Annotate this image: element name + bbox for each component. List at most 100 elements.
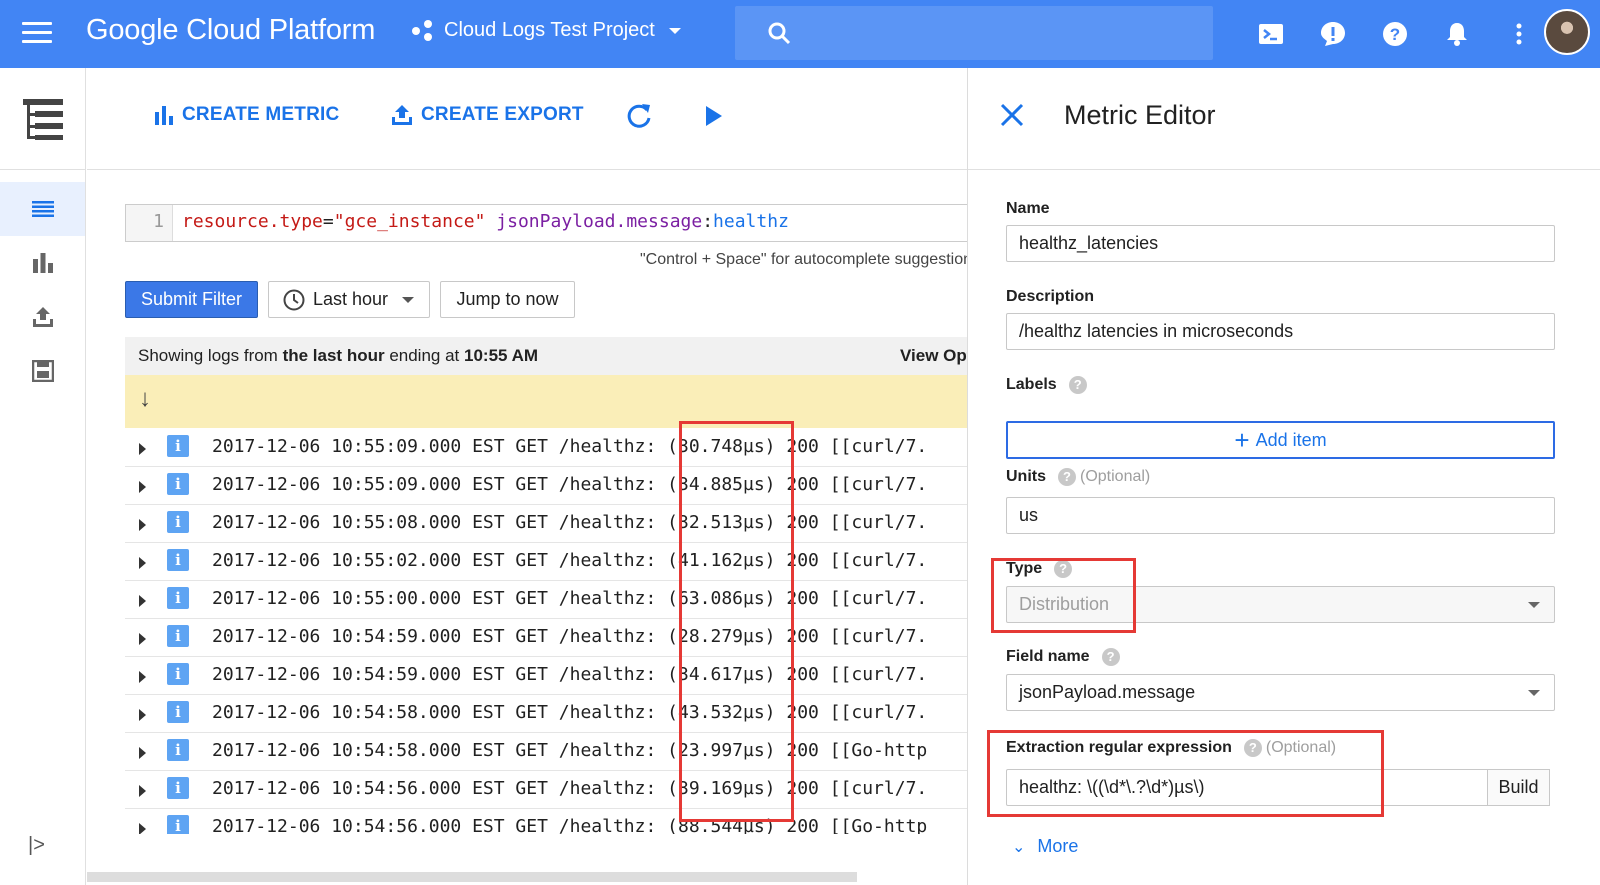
logging-product-icon[interactable]: [0, 68, 85, 170]
info-severity-icon: i: [167, 739, 189, 761]
log-row[interactable]: i 2017-12-06 10:55:09.000 EST GET /health…: [125, 467, 967, 505]
plus-icon: +: [1234, 425, 1250, 455]
brand-title[interactable]: Google Cloud Platform: [86, 14, 375, 47]
search-bar[interactable]: [735, 6, 1213, 60]
load-newer-banner[interactable]: ↓: [125, 375, 967, 428]
expand-arrow-icon[interactable]: [139, 633, 146, 645]
svg-text:?: ?: [1390, 25, 1400, 44]
log-row[interactable]: i 2017-12-06 10:54:56.000 EST GET /health…: [125, 771, 967, 809]
log-row[interactable]: i 2017-12-06 10:54:58.000 EST GET /health…: [125, 733, 967, 771]
chevron-down-icon: [668, 27, 681, 34]
add-item-button[interactable]: + Add item: [1006, 421, 1555, 459]
status-end-time: 10:55 AM: [464, 346, 539, 365]
submit-filter-button[interactable]: Submit Filter: [125, 281, 258, 318]
help-icon[interactable]: ?: [1101, 648, 1120, 666]
expand-arrow-icon[interactable]: [139, 671, 146, 683]
left-nav: |>: [0, 68, 86, 885]
refresh-button[interactable]: [625, 102, 661, 130]
log-text: 2017-12-06 10:55:09.000 EST GET /healthz…: [212, 436, 928, 457]
filter-operator-has: :: [702, 211, 714, 232]
upload-icon: [392, 105, 412, 125]
description-input[interactable]: /healthz latencies in microseconds: [1006, 313, 1555, 350]
log-text: 2017-12-06 10:54:56.000 EST GET /healthz…: [212, 816, 928, 834]
feedback-icon[interactable]: [1302, 16, 1364, 52]
start-streaming-button[interactable]: [704, 104, 732, 128]
build-button[interactable]: Build: [1487, 769, 1550, 806]
create-metric-button[interactable]: CREATE METRIC: [154, 104, 339, 126]
field-name-select[interactable]: jsonPayload.message: [1006, 674, 1555, 711]
expand-arrow-icon[interactable]: [139, 595, 146, 607]
help-icon[interactable]: ?: [1068, 376, 1087, 394]
type-select: Distribution: [1006, 586, 1555, 623]
project-selector[interactable]: Cloud Logs Test Project: [412, 19, 681, 42]
nav-exports[interactable]: [0, 290, 85, 344]
status-prefix: Showing logs from: [138, 346, 283, 365]
top-app-bar: Google Cloud Platform Cloud Logs Test Pr…: [0, 0, 1600, 68]
more-vert-icon[interactable]: [1488, 16, 1550, 52]
play-icon: [706, 106, 722, 126]
log-row[interactable]: i 2017-12-06 10:54:58.000 EST GET /health…: [125, 695, 967, 733]
log-row[interactable]: i 2017-12-06 10:54:59.000 EST GET /health…: [125, 657, 967, 695]
expand-arrow-icon[interactable]: [139, 481, 146, 493]
log-row[interactable]: i 2017-12-06 10:55:09.000 EST GET /health…: [125, 429, 967, 467]
logs-toolbar: CREATE METRIC CREATE EXPORT: [87, 68, 967, 170]
log-row[interactable]: i 2017-12-06 10:54:59.000 EST GET /health…: [125, 619, 967, 657]
main-menu-icon[interactable]: [22, 22, 52, 44]
info-severity-icon: i: [167, 663, 189, 685]
user-avatar[interactable]: [1544, 9, 1590, 55]
create-export-button[interactable]: CREATE EXPORT: [391, 104, 584, 126]
help-icon[interactable]: ?: [1243, 739, 1262, 757]
log-row[interactable]: i 2017-12-06 10:55:00.000 EST GET /health…: [125, 581, 967, 619]
filter-value-healthz: healthz: [713, 211, 789, 232]
help-icon[interactable]: ?: [1054, 560, 1073, 578]
cloud-shell-icon[interactable]: [1240, 16, 1302, 52]
log-row[interactable]: i 2017-12-06 10:55:02.000 EST GET /health…: [125, 543, 967, 581]
expand-arrow-icon[interactable]: [139, 709, 146, 721]
log-row[interactable]: i 2017-12-06 10:54:56.000 EST GET /health…: [125, 809, 967, 834]
field-name-value: jsonPayload.message: [1019, 682, 1196, 702]
expand-arrow-icon[interactable]: [139, 747, 146, 759]
close-icon[interactable]: [1000, 103, 1024, 127]
extraction-regex-input[interactable]: healthz: \((\d*\.?\d*)µs\): [1006, 769, 1492, 806]
notifications-bell-icon[interactable]: [1426, 16, 1488, 52]
filter-query[interactable]: resource.type="gce_instance" jsonPayload…: [182, 205, 789, 239]
horizontal-scrollbar[interactable]: [87, 872, 857, 882]
log-range-status: Showing logs from the last hour ending a…: [125, 337, 967, 375]
info-severity-icon: i: [167, 777, 189, 799]
nav-logs-viewer[interactable]: [0, 182, 85, 236]
help-icon[interactable]: ?: [1058, 468, 1076, 486]
expand-nav-icon[interactable]: |>: [28, 834, 45, 857]
more-toggle[interactable]: ⌄ More: [1012, 836, 1078, 857]
chevron-down-icon: [1528, 690, 1540, 696]
log-row[interactable]: i 2017-12-06 10:55:08.000 EST GET /health…: [125, 505, 967, 543]
search-icon: [768, 22, 791, 45]
expand-arrow-icon[interactable]: [139, 557, 146, 569]
line-number: 1: [126, 205, 173, 241]
log-text: 2017-12-06 10:54:59.000 EST GET /healthz…: [212, 664, 928, 685]
help-icon[interactable]: ?: [1364, 16, 1426, 52]
info-severity-icon: i: [167, 815, 189, 834]
nav-resource-usage[interactable]: [0, 344, 85, 398]
expand-arrow-icon[interactable]: [139, 785, 146, 797]
expand-arrow-icon[interactable]: [139, 519, 146, 531]
jump-to-now-button[interactable]: Jump to now: [440, 281, 575, 318]
view-options-button[interactable]: View Options: [900, 337, 967, 375]
advanced-filter-editor[interactable]: 1 resource.type="gce_instance" jsonPaylo…: [125, 204, 967, 242]
log-text: 2017-12-06 10:54:58.000 EST GET /healthz…: [212, 740, 928, 761]
filter-operator-equals: =: [322, 211, 334, 232]
name-label: Name: [1006, 200, 1050, 217]
project-name: Cloud Logs Test Project: [444, 19, 655, 41]
expand-arrow-icon[interactable]: [139, 823, 146, 834]
bar-chart-icon: [32, 253, 53, 273]
info-severity-icon: i: [167, 473, 189, 495]
expand-arrow-icon[interactable]: [139, 443, 146, 455]
status-mid: ending at: [384, 346, 464, 365]
log-text: 2017-12-06 10:55:09.000 EST GET /healthz…: [212, 474, 928, 495]
log-text: 2017-12-06 10:55:08.000 EST GET /healthz…: [212, 512, 928, 533]
units-input[interactable]: us: [1006, 497, 1555, 534]
filter-key-json-message: jsonPayload.message: [496, 211, 703, 232]
time-range-dropdown[interactable]: Last hour: [268, 281, 430, 318]
nav-metrics[interactable]: [0, 236, 85, 290]
name-input[interactable]: healthz_latencies: [1006, 225, 1555, 262]
units-label: Units? (Optional): [1006, 468, 1151, 486]
